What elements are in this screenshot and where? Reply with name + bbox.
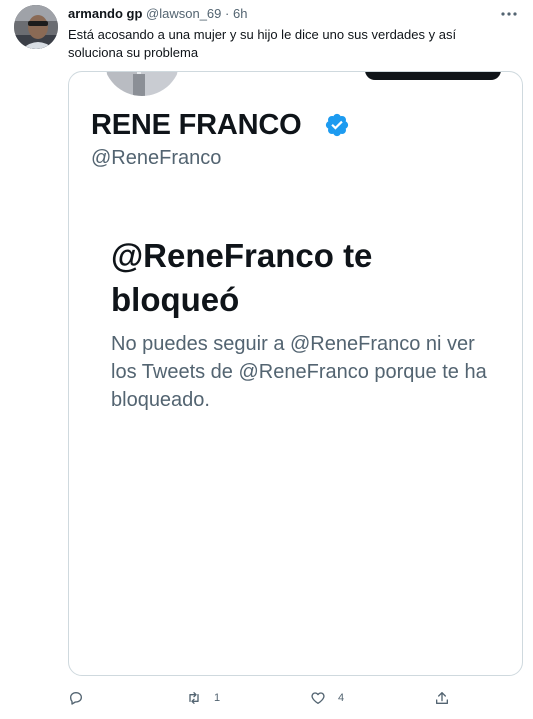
more-horizontal-icon <box>501 12 517 16</box>
like-button[interactable]: 4 <box>310 688 344 708</box>
media-screenshot: RENE FRANCO @ReneFranco @ReneFranco te b… <box>69 72 522 675</box>
author-name[interactable]: armando gp <box>68 6 142 21</box>
tweet-media[interactable]: RENE FRANCO @ReneFranco @ReneFranco te b… <box>68 71 523 676</box>
verified-badge-icon <box>324 112 350 138</box>
heart-icon <box>311 692 325 704</box>
more-options-button[interactable] <box>499 6 519 22</box>
profile-photo <box>103 72 181 96</box>
avatar-photo <box>14 5 58 49</box>
share-button[interactable] <box>434 688 450 708</box>
separator-dot: · <box>225 6 230 21</box>
tweet-header: armando gp @lawson_69 · 6h <box>68 6 247 21</box>
blocked-description: No puedes seguir a @ReneFranco ni ver lo… <box>111 333 487 411</box>
like-count: 4 <box>338 692 345 704</box>
share-icon <box>436 692 448 704</box>
author-handle[interactable]: @lawson_69 <box>146 6 221 21</box>
tweet-actions: 1 4 <box>68 688 523 710</box>
blocked-title: @ReneFranco te bloqueó <box>111 237 373 318</box>
profile-handle: @ReneFranco <box>91 147 222 169</box>
retweet-icon <box>189 692 199 704</box>
reply-icon <box>70 692 82 705</box>
follow-button-fragment <box>365 72 501 80</box>
tweet[interactable]: armando gp @lawson_69 · 6h Está acosando… <box>0 0 533 719</box>
tweet-timestamp[interactable]: 6h <box>233 6 247 21</box>
reply-button[interactable] <box>68 688 96 708</box>
author-avatar[interactable] <box>14 5 58 49</box>
tweet-text: Está acosando a una mujer y su hijo le d… <box>68 27 457 60</box>
retweet-count: 1 <box>214 692 221 704</box>
profile-name: RENE FRANCO <box>91 109 302 141</box>
retweet-button[interactable]: 1 <box>186 688 220 708</box>
